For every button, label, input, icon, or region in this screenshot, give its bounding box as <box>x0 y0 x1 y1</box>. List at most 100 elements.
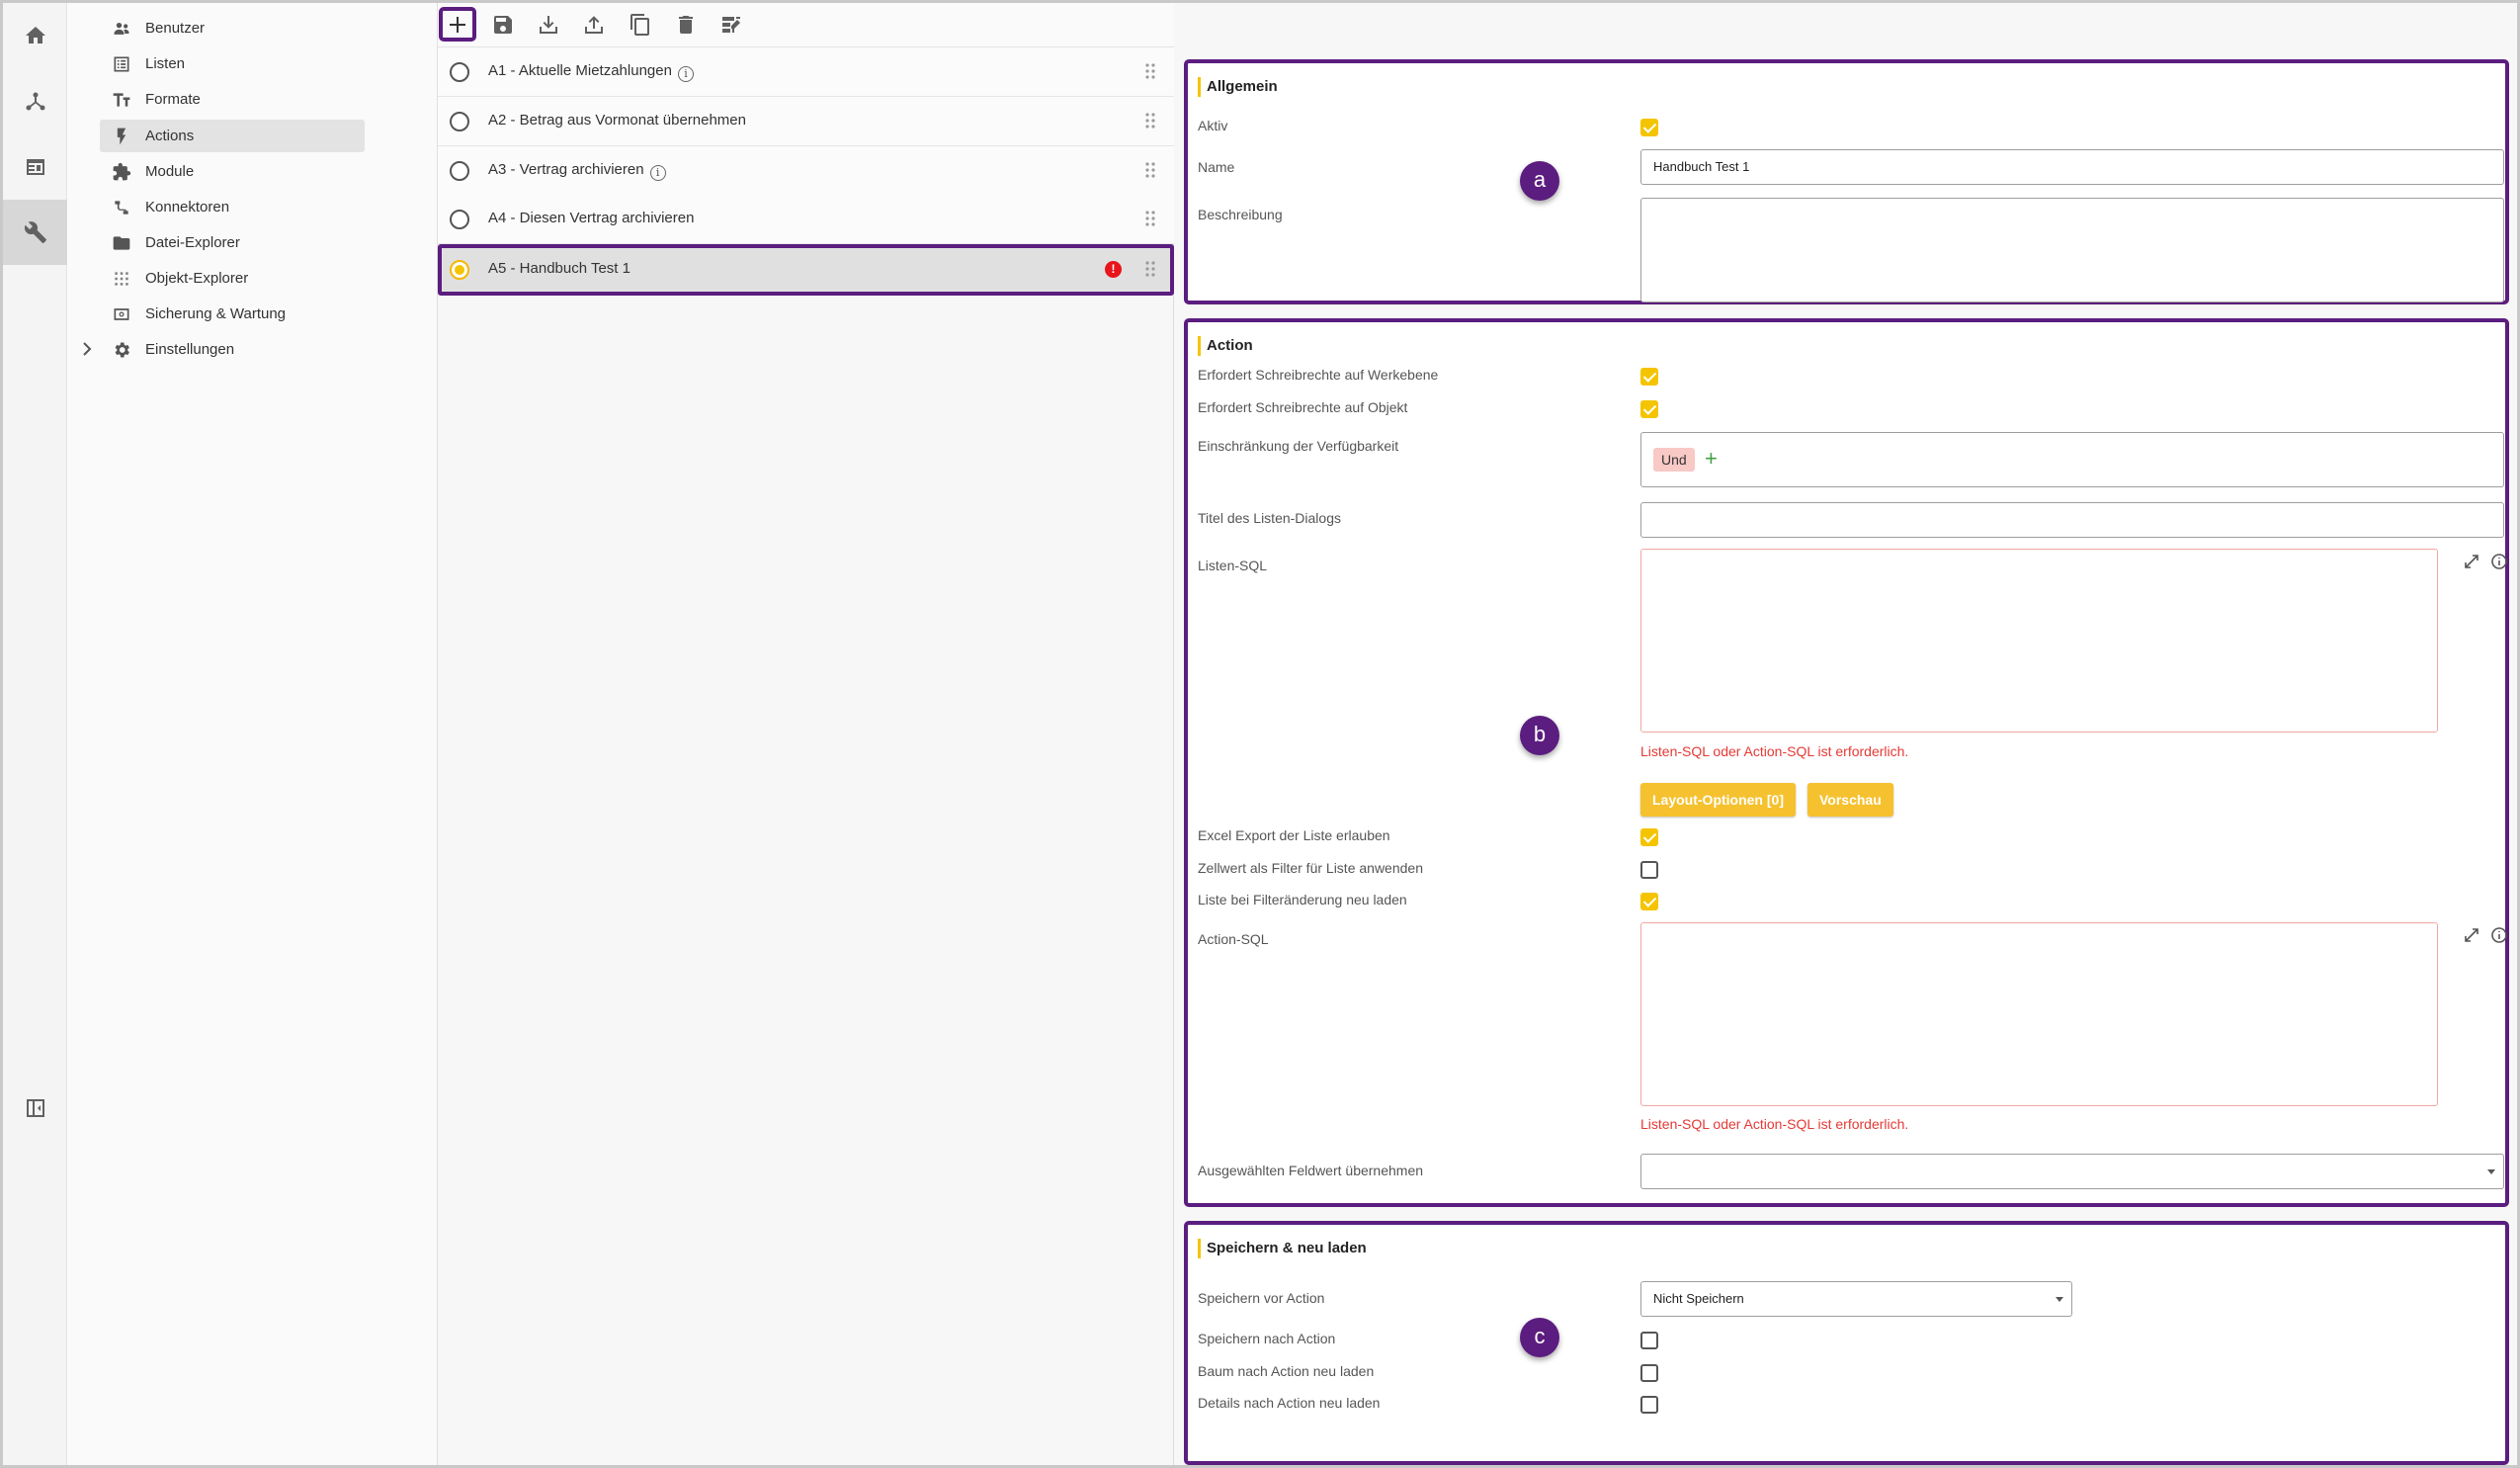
drag-handle-icon[interactable] <box>1144 61 1156 81</box>
copy-button[interactable] <box>622 7 659 42</box>
add-button[interactable] <box>439 7 476 42</box>
radio-button-selected[interactable] <box>450 260 469 280</box>
nav-item-label: Objekt-Explorer <box>145 270 249 287</box>
nav-item-label: Einstellungen <box>145 341 235 358</box>
connector-icon <box>115 200 128 215</box>
radio-button[interactable] <box>450 161 469 181</box>
drag-handle-icon[interactable] <box>1144 160 1156 180</box>
nav-item-sicherung-wartung[interactable]: Sicherung & Wartung <box>100 298 365 330</box>
list-item-label: A2 - Betrag aus Vormonat übernehmen <box>488 112 746 129</box>
condition-chip[interactable]: Und <box>1653 448 1695 472</box>
gear-icon <box>115 342 129 357</box>
nav-item-actions[interactable]: Actions <box>100 120 365 152</box>
expand-icon[interactable] <box>2463 553 2480 570</box>
backup-icon <box>114 307 129 320</box>
download-icon <box>540 15 557 34</box>
dropdown-caret-icon <box>2487 1169 2495 1174</box>
action-sql-editor[interactable] <box>1640 922 2438 1106</box>
upload-icon <box>585 15 603 34</box>
listen-sql-editor[interactable] <box>1640 549 2438 733</box>
add-condition-icon[interactable]: + <box>1705 447 1718 471</box>
drag-handle-icon[interactable] <box>1144 111 1156 130</box>
list-item[interactable]: A2 - Betrag aus Vormonat übernehmen <box>438 97 1174 146</box>
nav-item-objekt-explorer[interactable]: Objekt-Explorer <box>100 262 365 295</box>
nav-item-label: Module <box>145 163 195 180</box>
expand-icon[interactable] <box>2463 926 2480 944</box>
aktiv-label: Aktiv <box>1198 118 1228 133</box>
nav-item-einstellungen[interactable]: Einstellungen <box>100 333 365 366</box>
nav-item-label: Sicherung & Wartung <box>145 305 287 322</box>
section-title: Allgemein <box>1198 77 1278 97</box>
nav-item-listen[interactable]: Listen <box>100 47 365 80</box>
list-item-label: A1 - Aktuelle Mietzahlungen i <box>488 62 694 82</box>
nav-item-datei-explorer[interactable]: Datei-Explorer <box>100 226 365 259</box>
schreibrechte-objekt-checkbox[interactable] <box>1640 400 1658 418</box>
preview-button[interactable]: Vorschau <box>1807 783 1893 817</box>
nav-item-label: Listen <box>145 55 186 72</box>
list-item-selected[interactable]: A5 - Handbuch Test 1 ! <box>438 244 1174 296</box>
info-icon[interactable]: i <box>649 165 666 181</box>
action-sql-label: Action-SQL <box>1198 931 1269 947</box>
details-neu-laden-checkbox[interactable] <box>1640 1396 1658 1414</box>
name-label: Name <box>1198 159 1235 175</box>
nav-item-module[interactable]: Module <box>100 155 365 188</box>
name-input[interactable]: Handbuch Test 1 <box>1640 149 2504 185</box>
browser-window-icon[interactable] <box>3 134 67 200</box>
collapse-sidebar-icon[interactable] <box>3 1076 67 1141</box>
nav-item-konnektoren[interactable]: Konnektoren <box>100 191 365 223</box>
home-icon[interactable] <box>3 3 67 68</box>
list-item[interactable]: A4 - Diesen Vertrag archivieren <box>438 195 1174 244</box>
layout-options-button[interactable]: Layout-Optionen [0] <box>1640 783 1796 817</box>
titel-listen-dialog-input[interactable] <box>1640 502 2504 538</box>
puzzle-icon <box>113 162 131 180</box>
export-button[interactable] <box>575 7 613 42</box>
toolbar <box>438 3 1174 47</box>
plus-icon <box>450 16 465 33</box>
drag-handle-icon[interactable] <box>1144 209 1156 228</box>
delete-button[interactable] <box>667 7 705 42</box>
callout-marker-c: c <box>1520 1318 1559 1357</box>
excel-export-checkbox[interactable] <box>1640 828 1658 846</box>
feldwert-select[interactable] <box>1640 1154 2504 1189</box>
tree-icon[interactable] <box>3 69 67 134</box>
schreibrechte-werkebene-checkbox[interactable] <box>1640 368 1658 386</box>
titel-listen-dialog-label: Titel des Listen-Dialogs <box>1198 510 1341 526</box>
beschreibung-textarea[interactable] <box>1640 198 2504 302</box>
info-icon[interactable] <box>2490 926 2508 944</box>
details-neu-laden-label: Details nach Action neu laden <box>1198 1395 1381 1411</box>
liste-neu-laden-label: Liste bei Filteränderung neu laden <box>1198 892 1407 907</box>
nav-item-label: Formate <box>145 91 201 108</box>
speichern-vor-action-select[interactable]: Nicht Speichern <box>1640 1281 2072 1317</box>
aktiv-checkbox[interactable] <box>1640 119 1658 136</box>
radio-button[interactable] <box>450 62 469 82</box>
speichern-nach-action-label: Speichern nach Action <box>1198 1331 1336 1346</box>
import-button[interactable] <box>530 7 567 42</box>
error-icon: ! <box>1105 261 1122 278</box>
radio-button[interactable] <box>450 210 469 229</box>
excel-export-label: Excel Export der Liste erlauben <box>1198 827 1390 843</box>
layout-button[interactable] <box>713 7 750 42</box>
nav-item-benutzer[interactable]: Benutzer <box>100 12 365 44</box>
drag-handle-icon[interactable] <box>1144 259 1156 279</box>
schreibrechte-objekt-label: Erfordert Schreibrechte auf Objekt <box>1198 399 1408 415</box>
wrench-icon[interactable] <box>3 200 67 265</box>
save-button[interactable] <box>484 7 522 42</box>
baum-neu-laden-checkbox[interactable] <box>1640 1364 1658 1382</box>
speichern-nach-action-checkbox[interactable] <box>1640 1332 1658 1349</box>
info-icon[interactable]: i <box>677 66 694 82</box>
select-value: Nicht Speichern <box>1653 1291 1744 1306</box>
einschraenkung-field[interactable]: Und + <box>1640 432 2504 487</box>
list-item[interactable]: A1 - Aktuelle Mietzahlungen i <box>438 47 1174 97</box>
zellwert-filter-checkbox[interactable] <box>1640 861 1658 879</box>
nav-item-formate[interactable]: Formate <box>100 83 365 116</box>
users-icon <box>114 22 129 35</box>
icon-rail <box>3 3 67 1465</box>
info-icon[interactable] <box>2490 553 2508 570</box>
listen-sql-error: Listen-SQL oder Action-SQL ist erforderl… <box>1640 743 1909 759</box>
radio-button[interactable] <box>450 112 469 131</box>
list-item-label: A4 - Diesen Vertrag archivieren <box>488 210 695 226</box>
actions-list-panel: A1 - Aktuelle Mietzahlungen i A2 - Betrag… <box>438 3 1174 1465</box>
chevron-right-icon[interactable] <box>80 341 94 357</box>
liste-neu-laden-checkbox[interactable] <box>1640 893 1658 910</box>
list-item[interactable]: A3 - Vertrag archivieren i <box>438 146 1174 196</box>
